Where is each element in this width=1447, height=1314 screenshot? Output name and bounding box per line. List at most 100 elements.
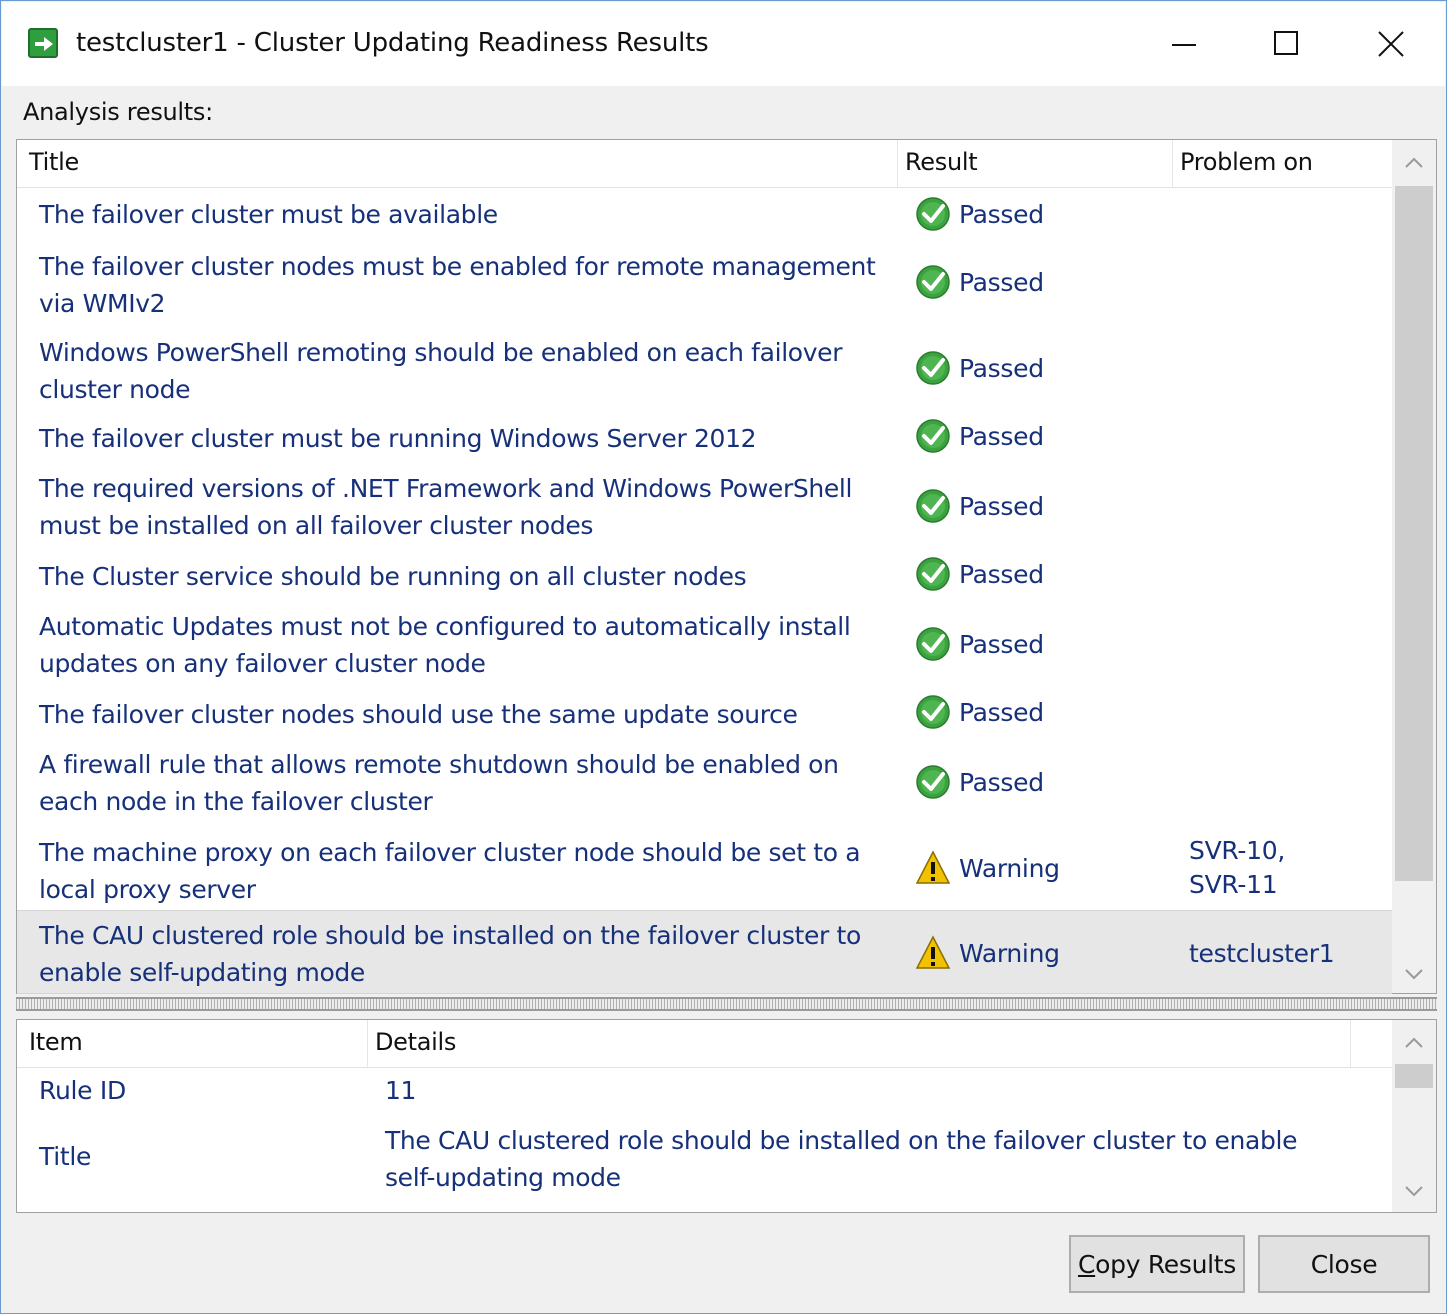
results-row[interactable]: The CAU clustered role should be install… bbox=[17, 910, 1392, 994]
passed-check-icon bbox=[915, 418, 951, 454]
details-vertical-scrollbar[interactable] bbox=[1392, 1020, 1436, 1212]
result-title: The failover cluster nodes should use th… bbox=[39, 700, 798, 729]
chevron-down-icon bbox=[1405, 1186, 1423, 1197]
result-title: A firewall rule that allows remote shutd… bbox=[39, 750, 839, 816]
result-title: Windows PowerShell remoting should be en… bbox=[39, 338, 843, 404]
details-row[interactable]: Rule ID 11 bbox=[17, 1072, 1392, 1112]
passed-check-icon bbox=[915, 350, 951, 386]
details-value: 11 bbox=[385, 1076, 417, 1105]
results-grid[interactable]: Title Result Problem on The failover clu… bbox=[16, 139, 1437, 994]
results-grid-header: Title Result Problem on bbox=[17, 140, 1392, 188]
column-header-title[interactable]: Title bbox=[29, 148, 79, 176]
result-text: Passed bbox=[959, 697, 1044, 727]
chevron-up-icon bbox=[1405, 157, 1423, 168]
column-separator[interactable] bbox=[1172, 140, 1173, 188]
problem-on-value: testcluster1 bbox=[1189, 939, 1335, 968]
scroll-thumb[interactable] bbox=[1395, 186, 1433, 881]
results-row[interactable]: A firewall rule that allows remote shutd… bbox=[17, 738, 1392, 826]
result-text: Passed bbox=[959, 491, 1044, 521]
column-header-item[interactable]: Item bbox=[29, 1028, 83, 1056]
result-text: Passed bbox=[959, 559, 1044, 589]
warning-triangle-icon bbox=[915, 935, 951, 971]
scroll-up-button[interactable] bbox=[1392, 1024, 1436, 1064]
scroll-down-button[interactable] bbox=[1392, 1172, 1436, 1212]
column-header-result[interactable]: Result bbox=[905, 148, 978, 176]
column-header-problem-on[interactable]: Problem on bbox=[1180, 148, 1313, 176]
result-status: Warning bbox=[915, 850, 1060, 886]
result-text: Warning bbox=[959, 853, 1060, 883]
details-item-label: Rule ID bbox=[39, 1076, 126, 1105]
result-title: The machine proxy on each failover clust… bbox=[39, 838, 861, 904]
chevron-down-icon bbox=[1405, 969, 1423, 980]
result-text: Passed bbox=[959, 629, 1044, 659]
results-row[interactable]: The failover cluster must be running Win… bbox=[17, 412, 1392, 462]
result-title: Automatic Updates must not be configured… bbox=[39, 612, 851, 678]
passed-check-icon bbox=[915, 556, 951, 592]
maximize-button[interactable] bbox=[1252, 16, 1322, 72]
passed-check-icon bbox=[915, 694, 951, 730]
results-row[interactable]: Automatic Updates must not be configured… bbox=[17, 600, 1392, 688]
details-item-label: Title bbox=[39, 1142, 92, 1171]
cluster-update-app-icon bbox=[28, 28, 58, 58]
warning-triangle-icon bbox=[915, 850, 951, 886]
window-title: testcluster1 - Cluster Updating Readines… bbox=[76, 28, 709, 58]
column-header-details[interactable]: Details bbox=[375, 1028, 456, 1056]
result-text: Passed bbox=[959, 199, 1044, 229]
result-status: Passed bbox=[915, 488, 1044, 524]
passed-check-icon bbox=[915, 264, 951, 300]
details-value: The CAU clustered role should be install… bbox=[385, 1126, 1298, 1192]
results-row[interactable]: The machine proxy on each failover clust… bbox=[17, 826, 1392, 910]
result-status: Passed bbox=[915, 694, 1044, 730]
results-row[interactable]: The Cluster service should be running on… bbox=[17, 550, 1392, 600]
scroll-down-button[interactable] bbox=[1392, 955, 1436, 995]
close-button[interactable]: Close bbox=[1258, 1235, 1430, 1293]
passed-check-icon bbox=[915, 626, 951, 662]
result-status: Passed bbox=[915, 418, 1044, 454]
passed-check-icon bbox=[915, 488, 951, 524]
scroll-up-button[interactable] bbox=[1392, 144, 1436, 184]
result-status: Passed bbox=[915, 556, 1044, 592]
result-text: Warning bbox=[959, 938, 1060, 968]
result-status: Passed bbox=[915, 350, 1044, 386]
close-window-button[interactable] bbox=[1356, 16, 1426, 72]
result-status: Passed bbox=[915, 626, 1044, 662]
close-icon bbox=[1378, 31, 1404, 57]
result-title: The failover cluster must be running Win… bbox=[39, 424, 757, 453]
column-separator[interactable] bbox=[897, 140, 898, 188]
scroll-thumb[interactable] bbox=[1395, 1064, 1433, 1088]
result-status: Passed bbox=[915, 264, 1044, 300]
panel-splitter[interactable] bbox=[16, 997, 1437, 1011]
column-separator[interactable] bbox=[367, 1020, 368, 1068]
maximize-icon bbox=[1274, 31, 1298, 55]
cluster-updating-readiness-window: testcluster1 - Cluster Updating Readines… bbox=[0, 0, 1447, 1314]
result-title: The Cluster service should be running on… bbox=[39, 562, 747, 591]
copy-results-button[interactable]: Copy Results bbox=[1069, 1235, 1245, 1293]
column-separator[interactable] bbox=[1350, 1020, 1351, 1068]
result-status: Passed bbox=[915, 196, 1044, 232]
result-status: Passed bbox=[915, 764, 1044, 800]
details-grid-header: Item Details bbox=[17, 1020, 1392, 1068]
results-row[interactable]: The failover cluster nodes must be enabl… bbox=[17, 240, 1392, 326]
analysis-results-label: Analysis results: bbox=[23, 98, 213, 126]
results-row[interactable]: The failover cluster must be available Pa… bbox=[17, 190, 1392, 240]
result-title: The CAU clustered role should be install… bbox=[39, 921, 861, 987]
results-row[interactable]: The failover cluster nodes should use th… bbox=[17, 688, 1392, 738]
copy-results-mnemonic: C bbox=[1077, 1249, 1096, 1279]
results-row[interactable]: The required versions of .NET Framework … bbox=[17, 462, 1392, 550]
result-title: The required versions of .NET Framework … bbox=[39, 474, 853, 540]
result-text: Passed bbox=[959, 353, 1044, 383]
results-row[interactable]: Windows PowerShell remoting should be en… bbox=[17, 326, 1392, 412]
title-bar[interactable]: testcluster1 - Cluster Updating Readines… bbox=[2, 2, 1445, 86]
result-text: Passed bbox=[959, 767, 1044, 797]
results-vertical-scrollbar[interactable] bbox=[1392, 140, 1436, 993]
result-text: Passed bbox=[959, 421, 1044, 451]
minimize-button[interactable] bbox=[1150, 16, 1220, 72]
passed-check-icon bbox=[915, 764, 951, 800]
copy-results-label: opy Results bbox=[1095, 1249, 1237, 1279]
passed-check-icon bbox=[915, 196, 951, 232]
result-title: The failover cluster must be available bbox=[39, 200, 498, 229]
details-grid[interactable]: Item Details Rule ID 11 Title The CAU cl… bbox=[16, 1019, 1437, 1213]
minimize-icon bbox=[1172, 44, 1196, 46]
chevron-up-icon bbox=[1405, 1037, 1423, 1048]
details-row[interactable]: Title The CAU clustered role should be i… bbox=[17, 1120, 1392, 1198]
